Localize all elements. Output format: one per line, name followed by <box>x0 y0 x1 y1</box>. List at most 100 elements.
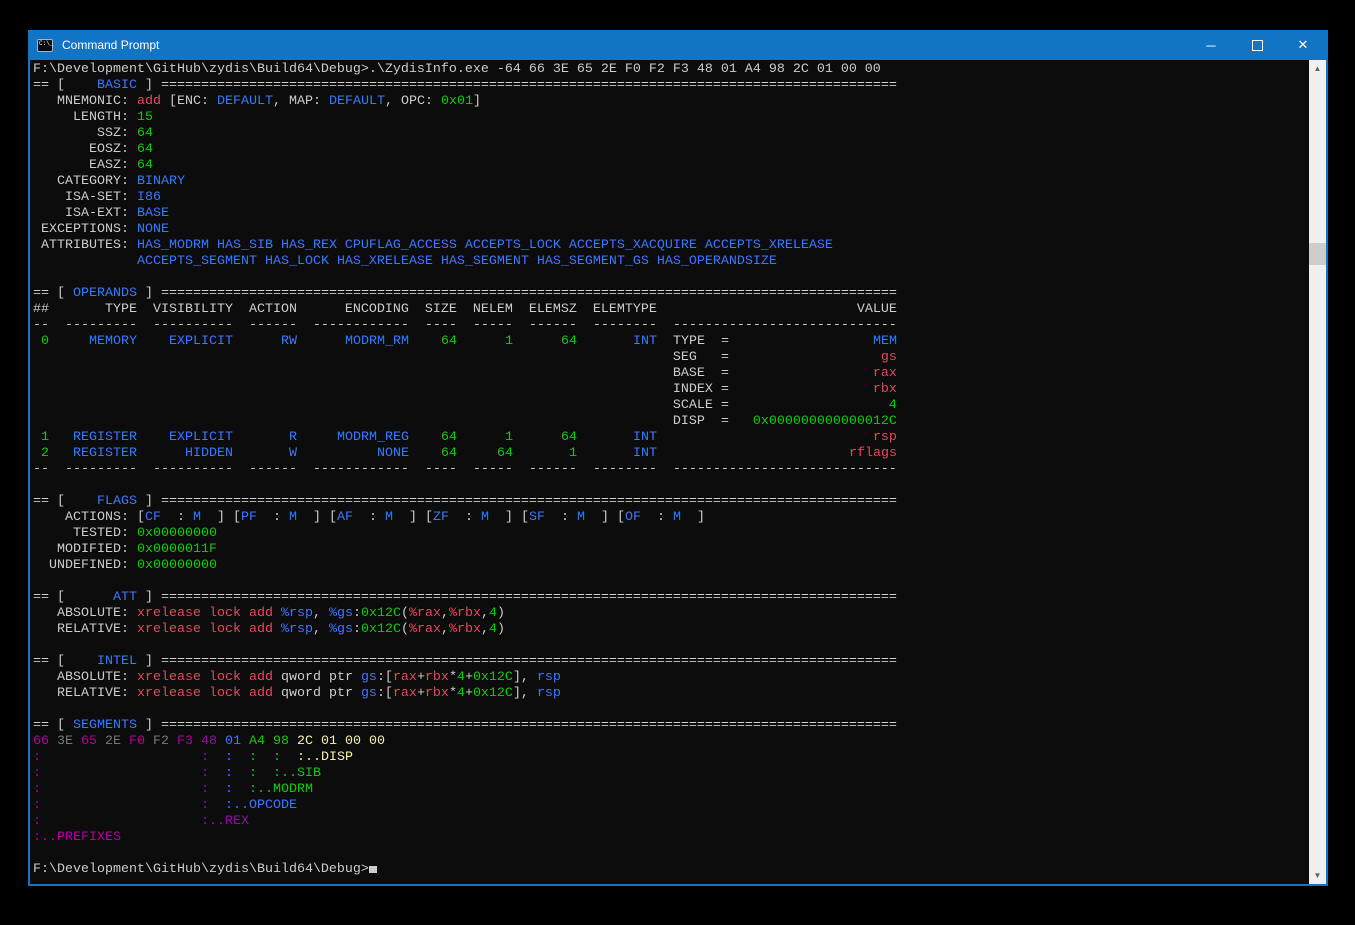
scrollbar-thumb[interactable] <box>1309 243 1326 265</box>
text-run: ] ======================================… <box>137 286 897 301</box>
text-run: rbx <box>873 382 897 397</box>
text-run: qword ptr <box>281 670 361 685</box>
terminal-line: == [ SEGMENTS ] ========================… <box>33 718 1309 734</box>
text-run: 98 <box>273 734 289 749</box>
scroll-down-icon[interactable]: ▼ <box>1309 867 1326 884</box>
text-run: ], <box>513 686 537 701</box>
text-run: : <box>641 510 673 525</box>
text-run: rflags <box>849 446 897 461</box>
text-run: :..SIB <box>273 766 321 781</box>
text-run: 0 <box>33 334 49 349</box>
text-run: W <box>289 446 297 461</box>
terminal-line <box>33 478 1309 494</box>
cmd-icon[interactable]: C:\_ <box>37 39 53 52</box>
text-run <box>297 446 377 461</box>
text-run <box>657 302 857 317</box>
text-run <box>49 334 89 349</box>
text-run: VALUE <box>857 302 897 317</box>
text-run <box>169 734 177 749</box>
text-run: BINARY <box>137 174 185 189</box>
text-run <box>233 334 281 349</box>
text-run: :..DISP <box>297 750 353 765</box>
text-run <box>137 334 169 349</box>
text-run: 64 <box>441 430 457 445</box>
terminal-line: UNDEFINED: 0x00000000 <box>33 558 1309 574</box>
terminal-line: MNEMONIC: add [ENC: DEFAULT, MAP: DEFAUL… <box>33 94 1309 110</box>
text-run: ] [ <box>297 510 337 525</box>
text-run: xrelease lock add <box>137 686 281 701</box>
text-run <box>97 734 105 749</box>
text-run: 0x000000000000012C <box>753 414 897 429</box>
text-run: xrelease lock add <box>137 622 281 637</box>
text-run: OF <box>625 510 641 525</box>
minimize-button[interactable]: ─ <box>1188 30 1234 60</box>
text-run <box>209 798 225 813</box>
text-run: 64 <box>441 446 457 461</box>
text-run <box>729 398 889 413</box>
text-run: * <box>449 686 457 701</box>
text-run: DEFAULT <box>329 94 385 109</box>
titlebar[interactable]: C:\_ Command Prompt ─ ✕ <box>30 30 1326 60</box>
text-run: SEGMENTS <box>73 718 137 733</box>
terminal-line: 0 MEMORY EXPLICIT RW MODRM_RM 64 1 64 IN… <box>33 334 1309 350</box>
text-run: , <box>441 606 449 621</box>
text-run <box>577 430 633 445</box>
terminal-line: : : : : :..SIB <box>33 766 1309 782</box>
text-run <box>41 782 201 797</box>
text-run: : <box>33 766 41 781</box>
text-run: %rsp <box>281 606 313 621</box>
text-run: F:\Development\GitHub\zydis\Build64\Debu… <box>33 62 881 77</box>
scrollbar[interactable]: ▲ ▼ <box>1309 60 1326 884</box>
terminal-line: ACCEPTS_SEGMENT HAS_LOCK HAS_XRELEASE HA… <box>33 254 1309 270</box>
terminal-line: EASZ: 64 <box>33 158 1309 174</box>
maximize-button[interactable] <box>1234 30 1280 60</box>
text-run <box>457 430 505 445</box>
terminal-line: : : :..OPCODE <box>33 798 1309 814</box>
text-run: 64 <box>497 446 513 461</box>
text-run: 48 <box>201 734 217 749</box>
text-run: CATEGORY: <box>33 174 137 189</box>
text-run: :[ <box>377 686 393 701</box>
text-cursor <box>369 866 377 873</box>
text-run: %rbx <box>449 606 481 621</box>
text-run: 3E <box>57 734 73 749</box>
text-run: ACTIONS: [ <box>33 510 145 525</box>
close-button[interactable]: ✕ <box>1280 30 1326 60</box>
text-run: RELATIVE: <box>33 686 137 701</box>
terminal-line <box>33 574 1309 590</box>
text-run <box>49 446 73 461</box>
text-run <box>257 766 273 781</box>
text-run: rbx <box>425 670 449 685</box>
text-run <box>41 750 201 765</box>
text-run: ) <box>497 622 505 637</box>
text-run <box>49 430 73 445</box>
text-run: %rbx <box>449 622 481 637</box>
text-run: + <box>465 686 473 701</box>
terminal-line: == [ ATT ] =============================… <box>33 590 1309 606</box>
text-run: DISP = <box>673 414 729 429</box>
text-run: 64 <box>137 142 153 157</box>
scroll-up-icon[interactable]: ▲ <box>1309 60 1326 77</box>
text-run: MODRM_RM <box>345 334 409 349</box>
text-run: == [ <box>33 718 73 733</box>
text-run: 0x12C <box>361 622 401 637</box>
text-run: xrelease lock add <box>137 670 281 685</box>
text-run: :..REX <box>201 814 249 829</box>
text-run: gs <box>361 686 377 701</box>
text-run: 4 <box>489 622 497 637</box>
text-run: ( <box>401 622 409 637</box>
text-run: : <box>161 510 193 525</box>
text-run: LENGTH: <box>33 110 137 125</box>
text-run: EXPLICIT <box>169 334 233 349</box>
terminal-line: == [ BASIC ] ===========================… <box>33 78 1309 94</box>
text-run: 0x12C <box>473 686 513 701</box>
terminal-output[interactable]: F:\Development\GitHub\zydis\Build64\Debu… <box>30 60 1309 884</box>
text-run: 1 <box>33 430 49 445</box>
terminal-line: EOSZ: 64 <box>33 142 1309 158</box>
text-run: gs <box>361 670 377 685</box>
text-run: rsp <box>537 670 561 685</box>
text-run: A4 <box>249 734 265 749</box>
terminal-line: SEG = gs <box>33 350 1309 366</box>
text-run: :..MODRM <box>249 782 313 797</box>
terminal-line: INDEX = rbx <box>33 382 1309 398</box>
